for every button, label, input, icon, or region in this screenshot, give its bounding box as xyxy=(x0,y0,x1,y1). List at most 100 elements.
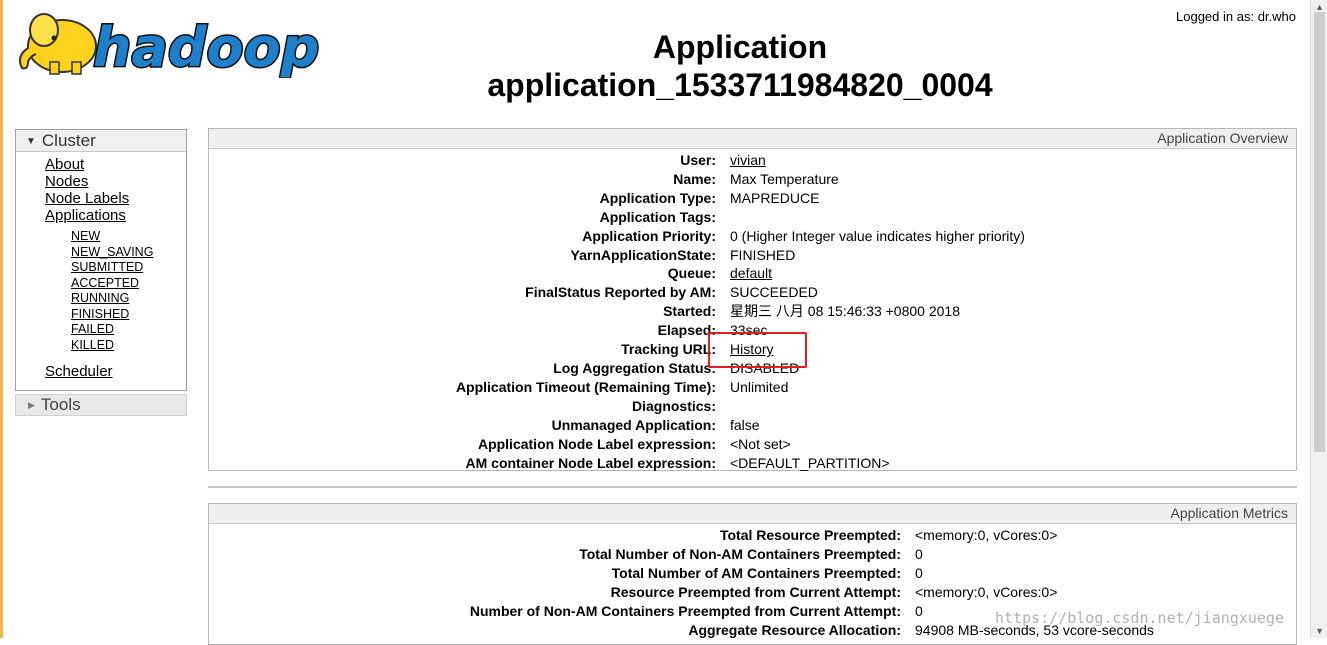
app-state-list: NEW NEW_SAVING SUBMITTED ACCEPTED RUNNIN… xyxy=(16,229,186,353)
user-link[interactable]: vivian xyxy=(730,152,766,168)
field-value: SUCCEEDED xyxy=(730,284,818,301)
scroll-thumb[interactable] xyxy=(1314,12,1325,452)
field-value: 0 xyxy=(915,545,923,562)
caret-right-icon: ▶ xyxy=(28,400,35,410)
hadoop-wordmark: hadoop xyxy=(92,18,320,78)
scroll-up-icon[interactable]: ▲ xyxy=(1315,2,1324,12)
info-row-am-container-node-label-expression: AM container Node Label expression: <DEFA… xyxy=(456,454,1025,473)
field-label: Diagnostics: xyxy=(631,397,716,414)
info-row-application-node-label-expression: Application Node Label expression: <Not s… xyxy=(456,435,1025,454)
info-row-application-type: Application Type: MAPREDUCE xyxy=(456,189,1025,208)
svg-text:hadoop: hadoop xyxy=(93,18,319,78)
field-label: Name: xyxy=(673,170,716,187)
info-row-resource-preempted-from-current-attempt: Resource Preempted from Current Attempt:… xyxy=(470,583,1154,602)
field-label: Application Timeout (Remaining Time): xyxy=(455,378,716,395)
field-value: <DEFAULT_PARTITION> xyxy=(730,454,890,471)
page-title-app-id: application_1533711984820_0004 xyxy=(487,67,993,103)
nav-link-state-accepted[interactable]: ACCEPTED xyxy=(71,276,186,292)
field-label: Started: xyxy=(663,303,716,320)
info-row-unmanaged-application: Unmanaged Application: false xyxy=(456,416,1025,435)
info-row-application-tags: Application Tags: xyxy=(456,208,1025,227)
info-row-application-priority: Application Priority: 0 (Higher Integer v… xyxy=(456,227,1025,246)
info-row-finalstatus-reported-by-am: FinalStatus Reported by AM: SUCCEEDED xyxy=(456,283,1025,302)
field-value-cell: default xyxy=(723,264,1025,283)
vertical-scrollbar[interactable]: ▲ ▼ xyxy=(1310,0,1327,638)
nav-link-node-labels[interactable]: Node Labels xyxy=(45,190,186,207)
cluster-label: Cluster xyxy=(41,131,96,150)
nav-link-state-new-saving[interactable]: NEW_SAVING xyxy=(71,245,186,261)
info-row-total-number-of-am-containers-preempted: Total Number of AM Containers Preempted:… xyxy=(470,564,1154,583)
nav-link-nodes[interactable]: Nodes xyxy=(45,173,186,190)
field-value: 星期三 八月 08 15:46:33 +0800 2018 xyxy=(730,303,960,320)
info-row-queue: Queue: default xyxy=(456,264,1025,283)
field-value-cell: vivian xyxy=(723,151,1025,170)
field-value: Unlimited xyxy=(730,378,789,395)
field-label: FinalStatus Reported by AM: xyxy=(525,284,716,301)
login-status: Logged in as: dr.who xyxy=(1176,9,1296,24)
field-label: Aggregate Resource Allocation: xyxy=(688,621,901,638)
field-label: YarnApplicationState: xyxy=(570,246,716,263)
field-value: MAPREDUCE xyxy=(730,189,820,206)
field-value: 0 (Higher Integer value indicates higher… xyxy=(730,227,1025,244)
caret-down-icon: ▼ xyxy=(26,136,36,147)
nav-link-scheduler[interactable]: Scheduler xyxy=(45,363,186,380)
section-divider xyxy=(208,486,1297,488)
field-value: FINISHED xyxy=(730,246,796,263)
field-label: Unmanaged Application: xyxy=(551,416,716,433)
field-value: Max Temperature xyxy=(730,170,839,187)
field-label: Application Priority: xyxy=(582,227,716,244)
page-title-line1: Application xyxy=(652,29,828,65)
field-label: Application Type: xyxy=(599,189,716,206)
metrics-panel-title: Application Metrics xyxy=(209,504,1296,524)
info-row-user: User: vivian xyxy=(456,151,1025,170)
field-label: Number of Non-AM Containers Preempted fr… xyxy=(469,602,901,619)
info-row-name: Name: Max Temperature xyxy=(456,170,1025,189)
nav-link-state-new[interactable]: NEW xyxy=(71,229,186,245)
cluster-links: About Nodes Node Labels Applications NEW… xyxy=(16,152,186,390)
tracking-url-highlight-box xyxy=(708,332,807,368)
field-value: <memory:0, vCores:0> xyxy=(915,583,1058,600)
nav-link-state-failed[interactable]: FAILED xyxy=(71,322,186,338)
field-value: false xyxy=(730,416,760,433)
sidebar-nav: ▼ Cluster About Nodes Node Labels Applica… xyxy=(15,129,187,416)
queue-link[interactable]: default xyxy=(730,265,772,281)
field-value: <Not set> xyxy=(730,435,791,452)
overview-table: User: vivian Name: Max Temperature Applicati… xyxy=(456,151,1025,472)
field-label: AM container Node Label expression: xyxy=(465,454,717,471)
cluster-header[interactable]: ▼ Cluster xyxy=(16,130,186,152)
field-label: Tracking URL: xyxy=(621,341,716,358)
info-row-diagnostics: Diagnostics: xyxy=(456,397,1025,416)
watermark: https://blog.csdn.net/jiangxuege xyxy=(995,609,1284,627)
field-value xyxy=(723,208,1025,227)
nav-link-state-running[interactable]: RUNNING xyxy=(71,291,186,307)
field-label: Resource Preempted from Current Attempt: xyxy=(610,583,901,600)
field-label: Total Resource Preempted: xyxy=(719,527,901,543)
info-row-application-timeout-remaining-time: Application Timeout (Remaining Time): Unl… xyxy=(456,378,1025,397)
field-label: Total Number of Non-AM Containers Preemp… xyxy=(579,545,901,562)
field-value: 0 xyxy=(915,564,923,581)
field-label: Elapsed: xyxy=(657,322,716,339)
info-row-started: Started: 星期三 八月 08 15:46:33 +0800 2018 xyxy=(456,302,1025,321)
scroll-down-icon[interactable]: ▼ xyxy=(1315,626,1324,636)
overview-panel-title: Application Overview xyxy=(209,129,1296,149)
field-label: Total Number of AM Containers Preempted: xyxy=(611,564,901,581)
left-edge-strip xyxy=(0,0,3,638)
nav-link-state-killed[interactable]: KILLED xyxy=(71,338,186,354)
nav-link-state-finished[interactable]: FINISHED xyxy=(71,307,186,323)
tools-header[interactable]: ▶ Tools xyxy=(15,394,187,416)
hadoop-logo[interactable]: hadoop xyxy=(14,8,319,80)
field-label: Application Node Label expression: xyxy=(477,435,716,452)
nav-link-state-submitted[interactable]: SUBMITTED xyxy=(71,260,186,276)
field-label: User: xyxy=(680,152,716,168)
field-label: Queue: xyxy=(667,265,716,282)
tools-label: Tools xyxy=(40,395,81,414)
info-row-total-number-of-non-am-containers-preempted: Total Number of Non-AM Containers Preemp… xyxy=(470,545,1154,564)
cluster-section: ▼ Cluster About Nodes Node Labels Applica… xyxy=(15,129,187,391)
nav-link-applications[interactable]: Applications xyxy=(45,207,186,224)
field-label: Log Aggregation Status: xyxy=(553,359,716,376)
field-label: Application Tags: xyxy=(599,208,716,225)
page-title: Application application_1533711984820_00… xyxy=(420,28,1060,104)
field-value: <memory:0, vCores:0> xyxy=(915,527,1058,543)
application-overview-panel: Application Overview User: vivian Name: Max… xyxy=(208,128,1297,471)
nav-link-about[interactable]: About xyxy=(45,156,186,173)
